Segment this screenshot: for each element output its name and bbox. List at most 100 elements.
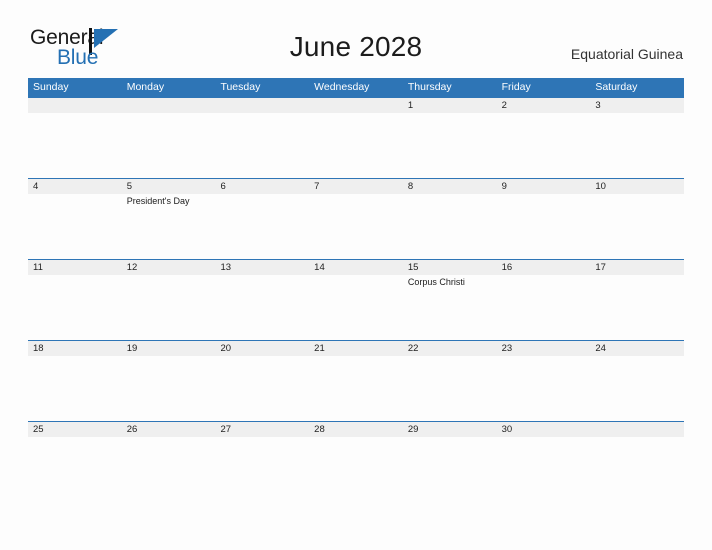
day-cell[interactable]: 9: [497, 179, 591, 194]
day-cell[interactable]: 16: [497, 260, 591, 275]
event-cell[interactable]: [590, 194, 684, 258]
day-cell[interactable]: 30: [497, 422, 591, 437]
event-cell[interactable]: [497, 437, 591, 501]
event-cell[interactable]: [28, 437, 122, 501]
event-cell[interactable]: [215, 194, 309, 258]
event-cell[interactable]: President's Day: [122, 194, 216, 258]
day-number: 13: [220, 262, 232, 273]
day-cell[interactable]: 25: [28, 422, 122, 437]
event-cell[interactable]: [28, 113, 122, 177]
day-cell[interactable]: 10: [590, 179, 684, 194]
day-cell[interactable]: 20: [215, 341, 309, 356]
events-band: Corpus Christi: [28, 275, 684, 339]
day-cell[interactable]: [309, 98, 403, 113]
day-cell[interactable]: 22: [403, 341, 497, 356]
event-cell[interactable]: [403, 356, 497, 420]
day-number: 27: [220, 424, 232, 435]
event-cell[interactable]: [309, 113, 403, 177]
day-number: 21: [314, 343, 325, 354]
event-cell[interactable]: [403, 194, 497, 258]
week-row: 18 19 20 21 22 23 24: [28, 340, 684, 421]
day-cell[interactable]: 23: [497, 341, 591, 356]
event-cell[interactable]: [590, 437, 684, 501]
weekday-header-tuesday: Tuesday: [220, 81, 261, 93]
event-cell[interactable]: [28, 275, 122, 339]
day-cell[interactable]: 26: [122, 422, 216, 437]
weekday-header-wednesday: Wednesday: [314, 81, 370, 93]
day-cell[interactable]: 1: [403, 98, 497, 113]
day-cell[interactable]: 5: [122, 179, 216, 194]
event-cell[interactable]: [590, 275, 684, 339]
day-cell[interactable]: 29: [403, 422, 497, 437]
day-cell[interactable]: [122, 98, 216, 113]
day-number: 24: [595, 343, 606, 354]
event-cell[interactable]: [590, 113, 684, 177]
day-number: 10: [595, 181, 606, 192]
event-cell[interactable]: [28, 356, 122, 420]
event-cell[interactable]: [215, 113, 309, 177]
day-cell[interactable]: 7: [309, 179, 403, 194]
day-cell[interactable]: 6: [215, 179, 309, 194]
event-cell[interactable]: [215, 275, 309, 339]
day-cell[interactable]: 3: [590, 98, 684, 113]
event-cell[interactable]: [590, 356, 684, 420]
calendar-grid: Sunday Monday Tuesday Wednesday Thursday…: [28, 78, 684, 502]
day-number: 29: [407, 424, 419, 435]
day-number: 26: [126, 424, 138, 435]
weekday-header-sunday: Sunday: [33, 81, 69, 93]
day-number: 12: [126, 262, 138, 273]
day-cell[interactable]: [28, 98, 122, 113]
event-cell[interactable]: [497, 356, 591, 420]
event-cell[interactable]: Corpus Christi: [403, 275, 497, 339]
event-cell[interactable]: [122, 275, 216, 339]
day-cell[interactable]: 27: [215, 422, 309, 437]
day-number: 7: [314, 181, 320, 192]
event-cell[interactable]: [122, 437, 216, 501]
day-cell[interactable]: 24: [590, 341, 684, 356]
event-cell[interactable]: [497, 275, 591, 339]
week-row: 1 2 3: [28, 97, 684, 178]
day-number-band: 4 5 6 7 8 9 10: [28, 179, 684, 194]
event-cell[interactable]: [28, 194, 122, 258]
day-cell[interactable]: [590, 422, 684, 437]
day-number: 30: [501, 424, 513, 435]
event-cell[interactable]: [497, 113, 591, 177]
day-cell[interactable]: 28: [309, 422, 403, 437]
day-number-band: 11 12 13 14 15 16 17: [28, 260, 684, 275]
event-cell[interactable]: [403, 437, 497, 501]
event-cell[interactable]: [309, 437, 403, 501]
day-cell[interactable]: 11: [28, 260, 122, 275]
day-cell[interactable]: 14: [309, 260, 403, 275]
event-cell[interactable]: [309, 356, 403, 420]
day-cell[interactable]: [215, 98, 309, 113]
event-label: Corpus Christi: [407, 277, 465, 287]
event-cell[interactable]: [122, 356, 216, 420]
event-cell[interactable]: [309, 194, 403, 258]
weekday-header-thursday: Thursday: [407, 81, 452, 93]
day-cell[interactable]: 2: [497, 98, 591, 113]
event-cell[interactable]: [122, 113, 216, 177]
day-cell[interactable]: 21: [309, 341, 403, 356]
weekday-header-saturday: Saturday: [595, 81, 638, 93]
day-cell[interactable]: 18: [28, 341, 122, 356]
event-cell[interactable]: [497, 194, 591, 258]
day-number: 18: [33, 343, 44, 354]
event-cell[interactable]: [215, 356, 309, 420]
day-cell[interactable]: 13: [215, 260, 309, 275]
day-cell[interactable]: 8: [403, 179, 497, 194]
day-cell[interactable]: 12: [122, 260, 216, 275]
day-number: 28: [314, 424, 325, 435]
event-cell[interactable]: [403, 113, 497, 177]
day-number: 20: [220, 343, 232, 354]
day-number: 2: [501, 100, 507, 111]
country-label: Equatorial Guinea: [570, 46, 683, 62]
day-cell[interactable]: 19: [122, 341, 216, 356]
day-number: 22: [407, 343, 419, 354]
events-band: President's Day: [28, 194, 684, 258]
event-cell[interactable]: [309, 275, 403, 339]
weekday-header-monday: Monday: [126, 81, 165, 93]
day-cell[interactable]: 17: [590, 260, 684, 275]
event-cell[interactable]: [215, 437, 309, 501]
day-cell[interactable]: 15: [403, 260, 497, 275]
day-cell[interactable]: 4: [28, 179, 122, 194]
